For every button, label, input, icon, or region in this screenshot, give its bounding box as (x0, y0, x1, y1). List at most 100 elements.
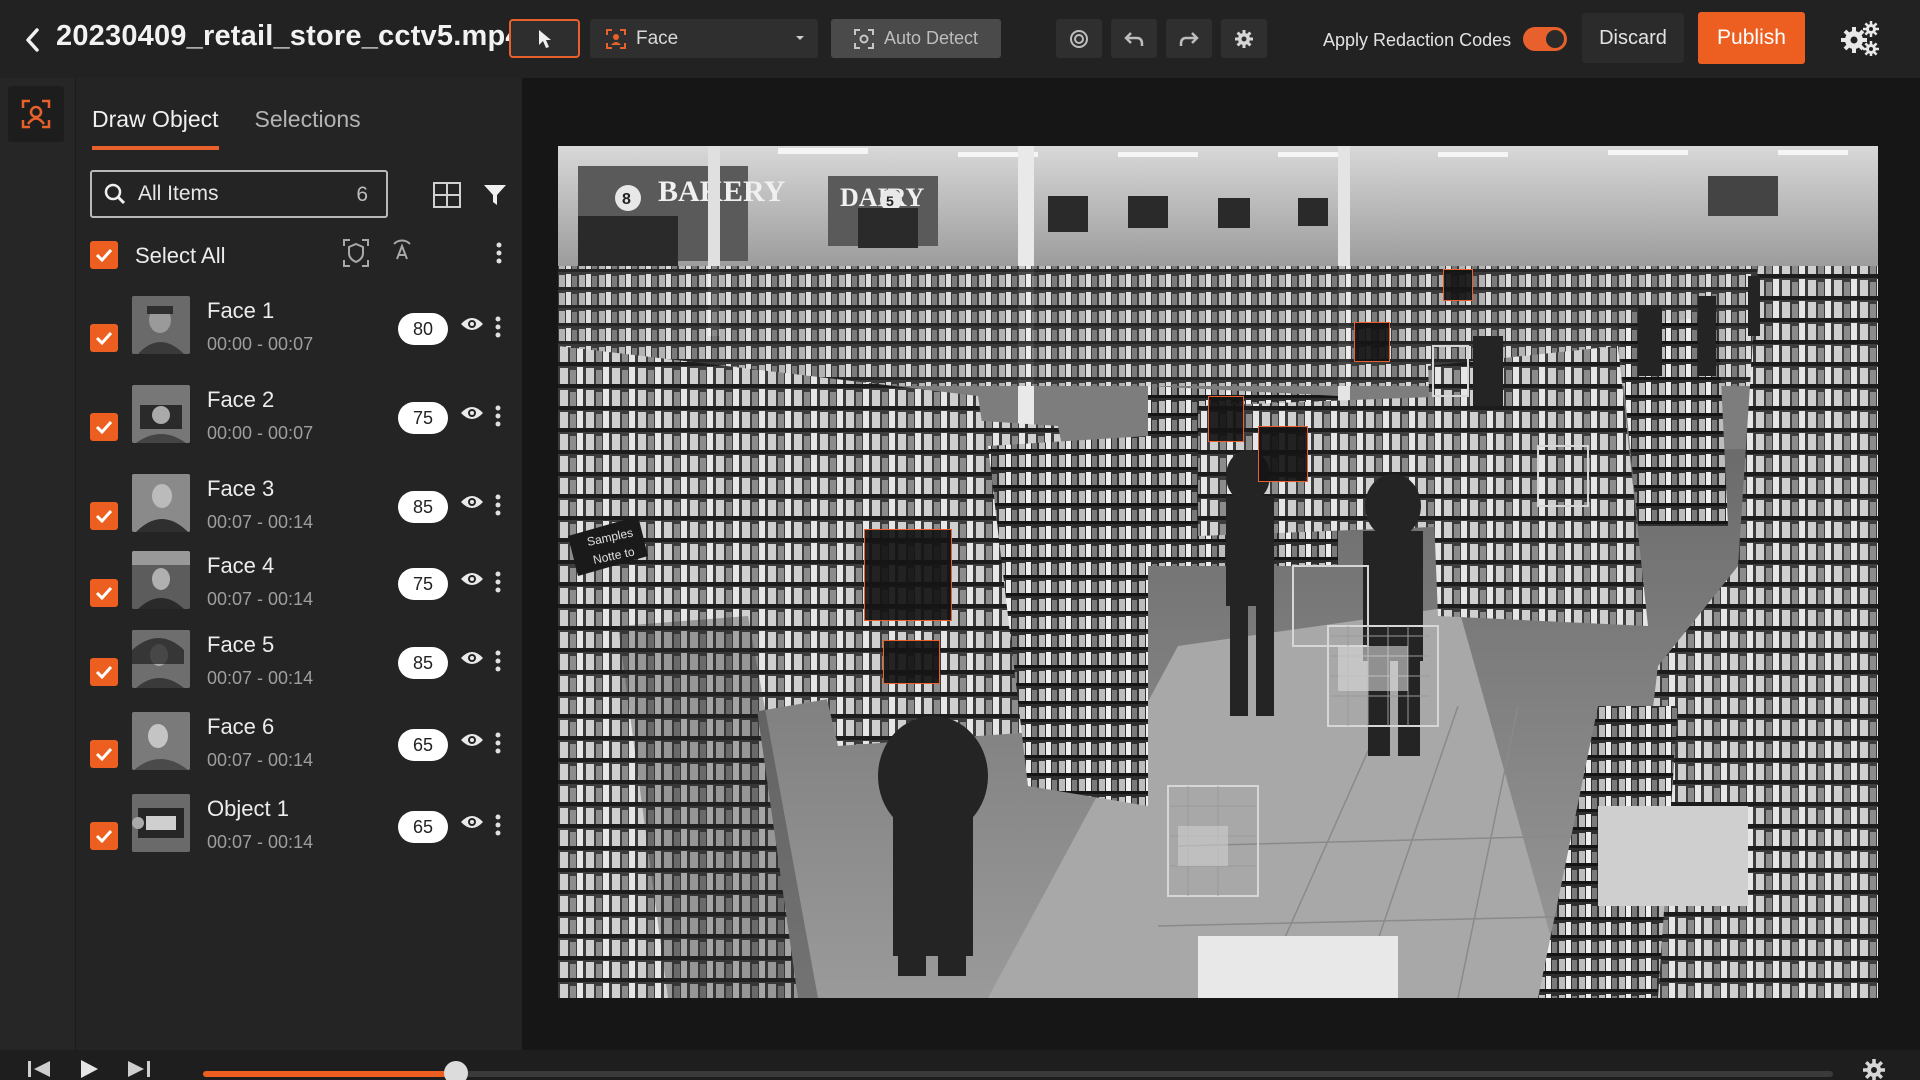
item-checkbox[interactable] (90, 740, 118, 768)
visibility-toggle[interactable] (460, 494, 484, 515)
list-item[interactable]: Object 1 00:07 - 00:14 65 (90, 794, 510, 874)
list-item[interactable]: Face 3 00:07 - 00:14 85 (90, 474, 510, 551)
redact-all-button[interactable] (342, 238, 370, 273)
visibility-toggle[interactable] (460, 571, 484, 592)
tab-draw-object[interactable]: Draw Object (92, 78, 219, 150)
item-more-button[interactable] (495, 814, 501, 841)
item-thumbnail (132, 630, 190, 688)
eye-icon (461, 573, 483, 585)
redaction-box-object[interactable] (883, 640, 940, 684)
publish-button[interactable]: Publish (1698, 12, 1805, 64)
item-checkbox[interactable] (90, 579, 118, 607)
filter-button[interactable] (480, 178, 510, 212)
item-thumbnail (132, 474, 190, 532)
redaction-box-face[interactable] (1354, 322, 1390, 362)
item-more-button[interactable] (495, 405, 501, 432)
target-icon (1070, 29, 1088, 48)
visibility-toggle[interactable] (460, 814, 484, 835)
list-item[interactable]: Face 1 00:00 - 00:07 80 (90, 296, 510, 385)
discard-button[interactable]: Discard (1582, 13, 1684, 63)
undo-button[interactable] (1111, 19, 1157, 58)
item-time: 00:07 - 00:14 (207, 668, 314, 688)
auto-detect-icon (853, 28, 874, 49)
redaction-editor: 20230409_retail_store_cctv5.mp4 Face Aut… (0, 0, 1920, 1080)
list-item[interactable]: Face 6 00:07 - 00:14 65 (90, 712, 510, 794)
item-checkbox[interactable] (90, 658, 118, 686)
settings-gears-icon (1841, 21, 1879, 56)
item-time: 00:00 - 00:07 (207, 423, 314, 443)
timeline-bar (0, 1050, 1920, 1080)
detection-type-dropdown[interactable]: Face (590, 19, 818, 58)
redaction-box-face[interactable] (1258, 426, 1308, 482)
redaction-box-face[interactable] (864, 529, 952, 621)
item-more-button[interactable] (495, 316, 501, 343)
checkmark-icon (95, 665, 113, 679)
select-tool-button[interactable] (509, 19, 580, 58)
gear-icon[interactable] (1862, 1058, 1886, 1080)
checkmark-icon (95, 331, 113, 345)
skip-back-icon[interactable] (26, 1058, 52, 1080)
item-checkbox[interactable] (90, 822, 118, 850)
eye-icon (461, 496, 483, 508)
face-redaction-tool-button[interactable] (8, 86, 64, 142)
item-thumbnail (132, 712, 190, 770)
item-checkbox[interactable] (90, 324, 118, 352)
redaction-box-face[interactable] (1443, 269, 1473, 301)
confidence-badge: 85 (398, 647, 448, 679)
auto-redact-button[interactable] (388, 238, 416, 271)
back-button[interactable] (14, 22, 50, 58)
advanced-settings-button[interactable] (1838, 18, 1882, 58)
video-viewer: BAKERY 8 DAIRY 5 (522, 78, 1920, 1050)
grid-view-button[interactable] (430, 178, 464, 212)
select-all-more-button[interactable] (496, 242, 502, 269)
left-rail (0, 78, 76, 1080)
list-item[interactable]: Face 4 00:07 - 00:14 75 (90, 551, 510, 630)
redaction-box-face[interactable] (1208, 396, 1244, 442)
skip-forward-icon[interactable] (126, 1058, 152, 1080)
item-time: 00:07 - 00:14 (207, 832, 314, 852)
kebab-icon (495, 571, 501, 593)
timeline-scrubber[interactable] (443, 1061, 468, 1080)
auto-detect-button[interactable]: Auto Detect (831, 19, 1001, 58)
redo-button[interactable] (1166, 19, 1212, 58)
search-input[interactable]: All Items 6 (90, 170, 388, 218)
visibility-toggle[interactable] (460, 650, 484, 671)
item-checkbox[interactable] (90, 413, 118, 441)
visibility-toggle[interactable] (460, 405, 484, 426)
item-more-button[interactable] (495, 494, 501, 521)
select-all-checkbox[interactable] (90, 241, 118, 269)
item-more-button[interactable] (495, 732, 501, 759)
item-time: 00:07 - 00:14 (207, 589, 314, 609)
checkmark-icon (95, 829, 113, 843)
visibility-toggle[interactable] (460, 316, 484, 337)
kebab-icon (495, 316, 501, 338)
item-more-button[interactable] (495, 571, 501, 598)
settings-button[interactable] (1221, 19, 1267, 58)
checkmark-icon (95, 420, 113, 434)
list-item[interactable]: Face 5 00:07 - 00:14 85 (90, 630, 510, 712)
visibility-toggle[interactable] (460, 732, 484, 753)
list-item[interactable]: Face 2 00:00 - 00:07 75 (90, 385, 510, 474)
item-name: Face 3 (207, 476, 275, 501)
eye-icon (461, 652, 483, 664)
apply-redaction-codes-label: Apply Redaction Codes (1323, 30, 1512, 50)
tab-selections[interactable]: Selections (255, 78, 361, 150)
grid-icon (433, 182, 461, 208)
eye-icon (461, 734, 483, 746)
target-button[interactable] (1056, 19, 1102, 58)
kebab-icon (495, 405, 501, 427)
video-frame[interactable]: BAKERY 8 DAIRY 5 (558, 146, 1878, 998)
item-thumbnail (132, 296, 190, 354)
item-time: 00:07 - 00:14 (207, 512, 314, 532)
aisle-number-8: 8 (622, 191, 631, 208)
item-checkbox[interactable] (90, 502, 118, 530)
apply-redaction-codes-toggle[interactable] (1523, 27, 1567, 51)
search-icon (104, 183, 126, 205)
item-name: Face 1 (207, 298, 275, 323)
face-scan-icon (21, 99, 51, 129)
kebab-icon (495, 650, 501, 672)
file-title: 20230409_retail_store_cctv5.mp4 (56, 20, 522, 52)
play-icon[interactable] (78, 1058, 100, 1080)
item-more-button[interactable] (495, 650, 501, 677)
gear-icon (1235, 29, 1253, 48)
